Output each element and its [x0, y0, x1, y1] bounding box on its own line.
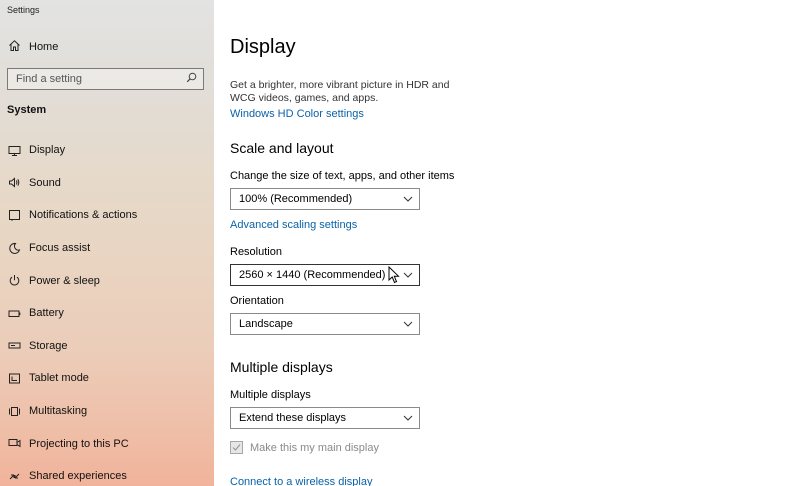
- sidebar-item-label: Display: [29, 144, 66, 157]
- sidebar-item-projecting[interactable]: Projecting to this PC: [0, 427, 214, 460]
- chevron-down-icon: [403, 415, 413, 421]
- sidebar-item-label: Battery: [29, 307, 64, 320]
- resolution-dropdown-value: 2560 × 1440 (Recommended): [239, 269, 386, 281]
- sidebar-item-label: Multitasking: [29, 405, 88, 418]
- sidebar-item-storage[interactable]: Storage: [0, 330, 214, 363]
- sidebar-item-shared-experiences[interactable]: Shared experiences: [0, 460, 214, 486]
- projecting-icon: [8, 437, 21, 450]
- sidebar-item-label: Home: [29, 41, 59, 53]
- sidebar-item-sound[interactable]: Sound: [0, 167, 214, 200]
- power-icon: [8, 274, 21, 287]
- storage-icon: [8, 339, 21, 352]
- section-title-system: System: [7, 104, 47, 116]
- search-icon: [186, 70, 197, 88]
- sidebar-item-label: Tablet mode: [29, 372, 89, 385]
- sidebar-item-home[interactable]: Home: [0, 36, 214, 58]
- sidebar-item-label: Shared experiences: [29, 470, 127, 483]
- main-display-checkbox-row[interactable]: Make this my main display: [230, 441, 379, 454]
- sidebar-nav: Display Sound Notifications & actions Fo…: [0, 134, 214, 486]
- sidebar-item-focus-assist[interactable]: Focus assist: [0, 232, 214, 265]
- search-input[interactable]: Find a setting: [7, 68, 204, 90]
- home-icon: [8, 39, 21, 55]
- sidebar-item-power-sleep[interactable]: Power & sleep: [0, 264, 214, 297]
- sidebar-item-label: Notifications & actions: [29, 209, 138, 222]
- scale-layout-heading: Scale and layout: [230, 140, 334, 156]
- scale-dropdown-value: 100% (Recommended): [239, 193, 353, 205]
- battery-icon: [8, 307, 21, 320]
- main-display-checkbox[interactable]: [230, 441, 243, 454]
- sidebar-item-label: Projecting to this PC: [29, 437, 129, 450]
- notification-icon: [8, 209, 21, 222]
- multiple-displays-label: Multiple displays: [230, 389, 311, 401]
- sidebar-item-notifications[interactable]: Notifications & actions: [0, 199, 214, 232]
- multitasking-icon: [8, 405, 21, 418]
- tablet-icon: [8, 372, 21, 385]
- moon-icon: [8, 242, 21, 255]
- resolution-label: Resolution: [230, 246, 282, 258]
- orientation-dropdown-value: Landscape: [239, 318, 293, 330]
- shared-experiences-icon: [8, 470, 21, 483]
- sidebar-item-display[interactable]: Display: [0, 134, 214, 167]
- sidebar-item-battery[interactable]: Battery: [0, 297, 214, 330]
- sidebar-item-label: Focus assist: [29, 242, 91, 255]
- scale-dropdown[interactable]: 100% (Recommended): [230, 188, 420, 210]
- chevron-down-icon: [403, 196, 413, 202]
- main-display-checkbox-label: Make this my main display: [250, 441, 379, 454]
- mouse-cursor-icon: [388, 266, 400, 284]
- main-content: Display Get a brighter, more vibrant pic…: [214, 0, 800, 486]
- hd-color-settings-link[interactable]: Windows HD Color settings: [230, 108, 364, 120]
- multiple-displays-heading: Multiple displays: [230, 359, 333, 375]
- multiple-displays-dropdown[interactable]: Extend these displays: [230, 407, 420, 429]
- orientation-label: Orientation: [230, 295, 284, 307]
- advanced-scaling-link[interactable]: Advanced scaling settings: [230, 219, 357, 231]
- sidebar-item-label: Power & sleep: [29, 274, 100, 287]
- window-title: Settings: [7, 5, 40, 15]
- sidebar-item-multitasking[interactable]: Multitasking: [0, 395, 214, 428]
- orientation-dropdown[interactable]: Landscape: [230, 313, 420, 335]
- sidebar-item-tablet-mode[interactable]: Tablet mode: [0, 362, 214, 395]
- monitor-icon: [8, 144, 21, 157]
- checkmark-icon: [232, 444, 241, 451]
- sidebar: Settings Home Find a setting System Disp…: [0, 0, 214, 486]
- hdr-description: Get a brighter, more vibrant picture in …: [230, 79, 450, 104]
- page-title: Display: [230, 36, 296, 58]
- chevron-down-icon: [403, 272, 413, 278]
- text-size-label: Change the size of text, apps, and other…: [230, 170, 455, 182]
- chevron-down-icon: [403, 321, 413, 327]
- search-placeholder: Find a setting: [16, 73, 83, 85]
- multiple-displays-dropdown-value: Extend these displays: [239, 412, 347, 424]
- wireless-display-link[interactable]: Connect to a wireless display: [230, 476, 372, 486]
- sidebar-item-label: Sound: [29, 176, 61, 189]
- sidebar-item-label: Storage: [29, 339, 68, 352]
- speaker-icon: [8, 176, 21, 189]
